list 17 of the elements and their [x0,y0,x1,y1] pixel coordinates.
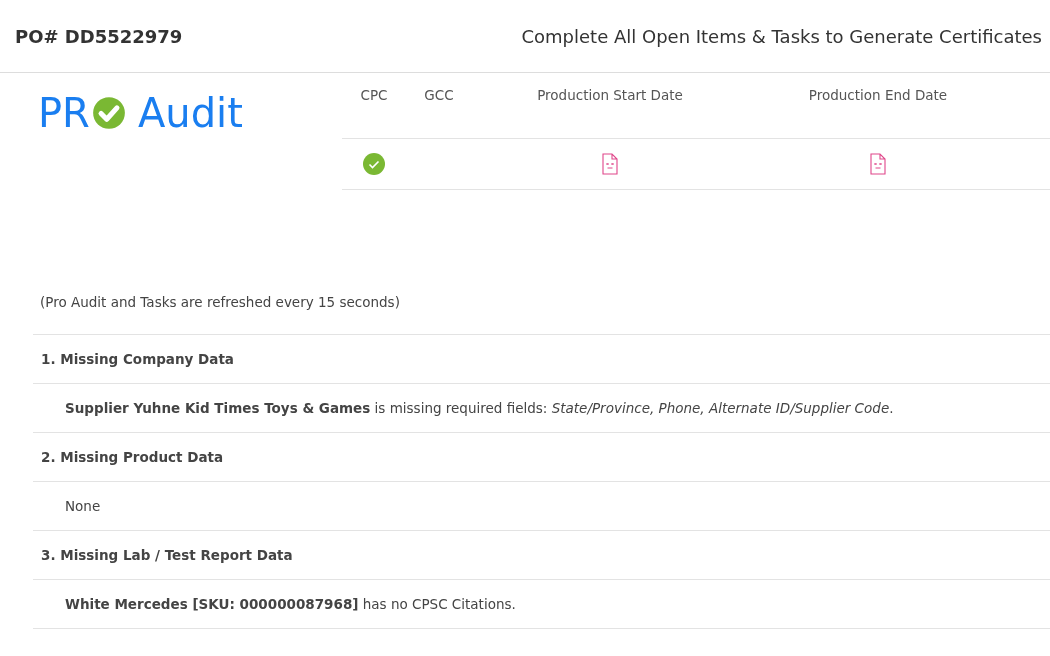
section-item: Supplier Yuhne Kid Times Toys & Games is missing required fields: State/Province, Phone, Alternate ID/Supplier Code. [65,400,894,416]
pro-audit-logo: PR Audit [37,89,243,138]
missing-document-icon [870,153,886,175]
column-header: GCC [424,87,454,103]
column-header: CPC [360,87,388,103]
section-title: 1. Missing Company Data [41,351,234,367]
column-header: Production End Date [808,87,948,103]
column-header: Production Start Date [537,87,683,103]
section-title: 2. Missing Product Data [41,449,224,465]
missing-document-icon [602,153,618,175]
section-item: None [65,498,101,514]
header-message: Complete All Open Items & Tasks to Generate Certificates [521,25,1042,47]
refresh-note: (Pro Audit and Tasks are refreshed every 15 seconds) [40,294,401,312]
section-title: 3. Missing Lab / Test Report Data [41,547,293,563]
check-circle-icon [363,153,385,175]
po-number: PO# DD5522979 [15,25,183,47]
section-item: White Mercedes [SKU: 000000087968] has no CPSC Citations. [65,596,516,612]
